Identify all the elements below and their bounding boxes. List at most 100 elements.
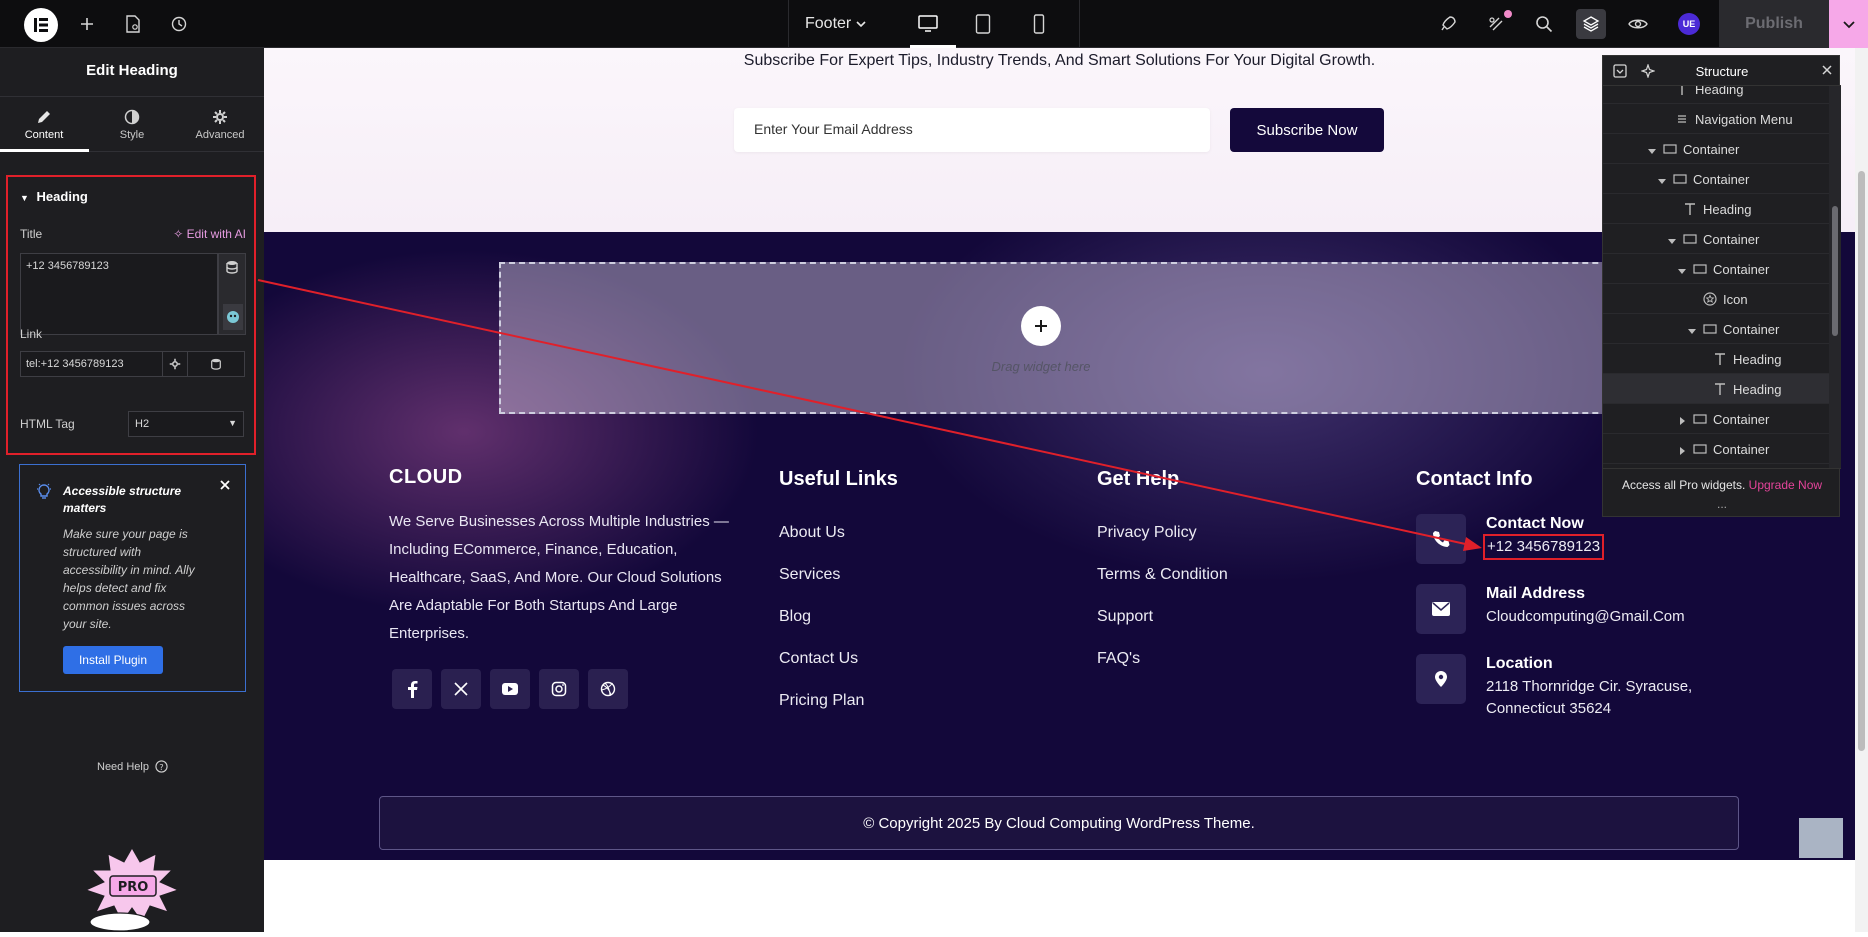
tablet-view-button[interactable]: [963, 9, 1003, 39]
notice-title: Accessible structure matters: [63, 484, 182, 515]
contact-info-title: Contact Info: [1416, 468, 1533, 490]
elementor-logo[interactable]: [24, 8, 58, 42]
structure-toggle-button[interactable]: [1576, 9, 1606, 39]
tab-style[interactable]: Style: [88, 97, 176, 153]
contrast-icon: [124, 109, 140, 125]
close-structure-button[interactable]: [1822, 65, 1832, 75]
tree-row[interactable]: Icon: [1603, 284, 1829, 314]
site-settings-button[interactable]: [1433, 9, 1463, 39]
history-button[interactable]: [164, 9, 194, 39]
history-icon: [170, 15, 188, 33]
tree-row[interactable]: Heading: [1603, 194, 1829, 224]
contact-phone-value[interactable]: +12 3456789123: [1483, 534, 1605, 560]
footer-link-pricing[interactable]: Pricing Plan: [779, 692, 864, 710]
tree-row[interactable]: Heading: [1603, 86, 1829, 104]
active-tab-indicator: [0, 149, 89, 152]
facebook-icon: [406, 680, 418, 698]
dynamic-tags-icon: [210, 358, 222, 370]
subscribe-button[interactable]: Subscribe Now: [1230, 108, 1384, 152]
gear-icon: [212, 109, 228, 125]
footer-link-privacy[interactable]: Privacy Policy: [1097, 524, 1197, 542]
link-dynamic-tags-button[interactable]: [187, 351, 245, 377]
link-options-button[interactable]: [162, 351, 188, 377]
tree-row-selected[interactable]: Heading: [1603, 374, 1829, 404]
email-input[interactable]: Enter Your Email Address: [734, 108, 1210, 152]
heading-widget-icon: [1713, 382, 1727, 396]
footer-link-contact[interactable]: Contact Us: [779, 650, 858, 668]
tree-row[interactable]: Navigation Menu: [1603, 104, 1829, 134]
canvas-scroll-thumb[interactable]: [1858, 171, 1865, 751]
social-instagram[interactable]: [539, 669, 579, 709]
footer-link-faq[interactable]: FAQ's: [1097, 650, 1140, 668]
social-youtube[interactable]: [490, 669, 530, 709]
footer-link-services[interactable]: Services: [779, 566, 840, 584]
pencil-icon: [36, 109, 52, 125]
eye-icon: [1628, 17, 1648, 31]
publish-button[interactable]: Publish: [1719, 0, 1829, 48]
tree-row[interactable]: Container: [1603, 314, 1829, 344]
more-options-button[interactable]: ...: [1603, 497, 1841, 511]
upgrade-now-link[interactable]: Upgrade Now: [1749, 478, 1822, 492]
desktop-view-button[interactable]: [908, 9, 948, 39]
need-help-link[interactable]: Need Help ?: [97, 760, 168, 773]
tree-row[interactable]: Container: [1603, 224, 1829, 254]
close-icon: [219, 479, 231, 491]
canvas-scrollbar[interactable]: [1855, 48, 1868, 932]
edit-with-ai-button[interactable]: ✧ Edit with AI: [173, 227, 246, 241]
copyright-bar: © Copyright 2025 By Cloud Computing Word…: [379, 796, 1739, 850]
back-to-top-button[interactable]: [1799, 818, 1843, 858]
html-tag-select[interactable]: H2 ▼: [128, 411, 244, 437]
caret-down-icon: [1687, 324, 1697, 334]
ai-sparkle-icon: ✧: [173, 227, 184, 241]
notice-body: Make sure your page is structured with a…: [63, 527, 195, 631]
social-facebook[interactable]: [392, 669, 432, 709]
tree-row[interactable]: Container: [1603, 134, 1829, 164]
ai-assistant-icon[interactable]: [223, 304, 243, 330]
preview-button[interactable]: [1623, 9, 1653, 39]
add-widget-button[interactable]: [1021, 306, 1061, 346]
publish-options-button[interactable]: [1829, 0, 1868, 48]
footer-link-terms[interactable]: Terms & Condition: [1097, 566, 1228, 584]
tab-content-label: Content: [24, 129, 64, 141]
title-textarea[interactable]: +12 3456789123: [20, 253, 218, 335]
tab-content[interactable]: Content: [0, 97, 88, 153]
user-avatar[interactable]: UE: [1678, 13, 1700, 35]
social-dribbble[interactable]: [588, 669, 628, 709]
tree-row[interactable]: Container: [1603, 404, 1829, 434]
footer-link-blog[interactable]: Blog: [779, 608, 811, 626]
section-toggle-heading[interactable]: ▼ Heading: [20, 189, 88, 204]
footer-link-support[interactable]: Support: [1097, 608, 1153, 626]
add-element-button[interactable]: [72, 9, 102, 39]
social-x[interactable]: [441, 669, 481, 709]
tree-row[interactable]: Container: [1603, 254, 1829, 284]
tree-row[interactable]: Container: [1603, 434, 1829, 464]
dynamic-tags-icon[interactable]: [225, 260, 239, 279]
notifications-icon: [1487, 15, 1505, 33]
document-name[interactable]: Footer: [805, 15, 851, 33]
need-help-label: Need Help: [97, 760, 149, 773]
desktop-icon: [918, 15, 938, 33]
star-circle-icon: [1703, 292, 1717, 306]
tree-row-label: Icon: [1723, 292, 1748, 307]
install-plugin-button[interactable]: Install Plugin: [63, 646, 163, 674]
contact-location-box: [1416, 654, 1466, 704]
link-input[interactable]: tel:+12 3456789123: [20, 351, 163, 377]
mobile-view-button[interactable]: [1019, 9, 1059, 39]
container-icon: [1683, 232, 1697, 246]
footer-link-about[interactable]: About Us: [779, 524, 845, 542]
close-notice-button[interactable]: [219, 479, 231, 491]
structure-scrollbar[interactable]: [1829, 86, 1841, 468]
copyright-text: © Copyright 2025 By Cloud Computing Word…: [863, 814, 1255, 832]
tree-row-label: Container: [1713, 442, 1770, 457]
contact-phone-box: [1416, 514, 1466, 564]
structure-scroll-thumb[interactable]: [1832, 206, 1838, 336]
tree-row[interactable]: Container: [1603, 164, 1829, 194]
tab-advanced[interactable]: Advanced: [176, 97, 264, 153]
tree-row[interactable]: Heading: [1603, 344, 1829, 374]
footer-brand-description: We Serve Businesses Across Multiple Indu…: [389, 513, 729, 642]
tree-row-label: Heading: [1695, 86, 1744, 97]
search-button[interactable]: [1529, 9, 1559, 39]
structure-title: Structure: [1695, 64, 1749, 79]
page-settings-button[interactable]: [118, 9, 148, 39]
tablet-icon: [975, 14, 991, 34]
